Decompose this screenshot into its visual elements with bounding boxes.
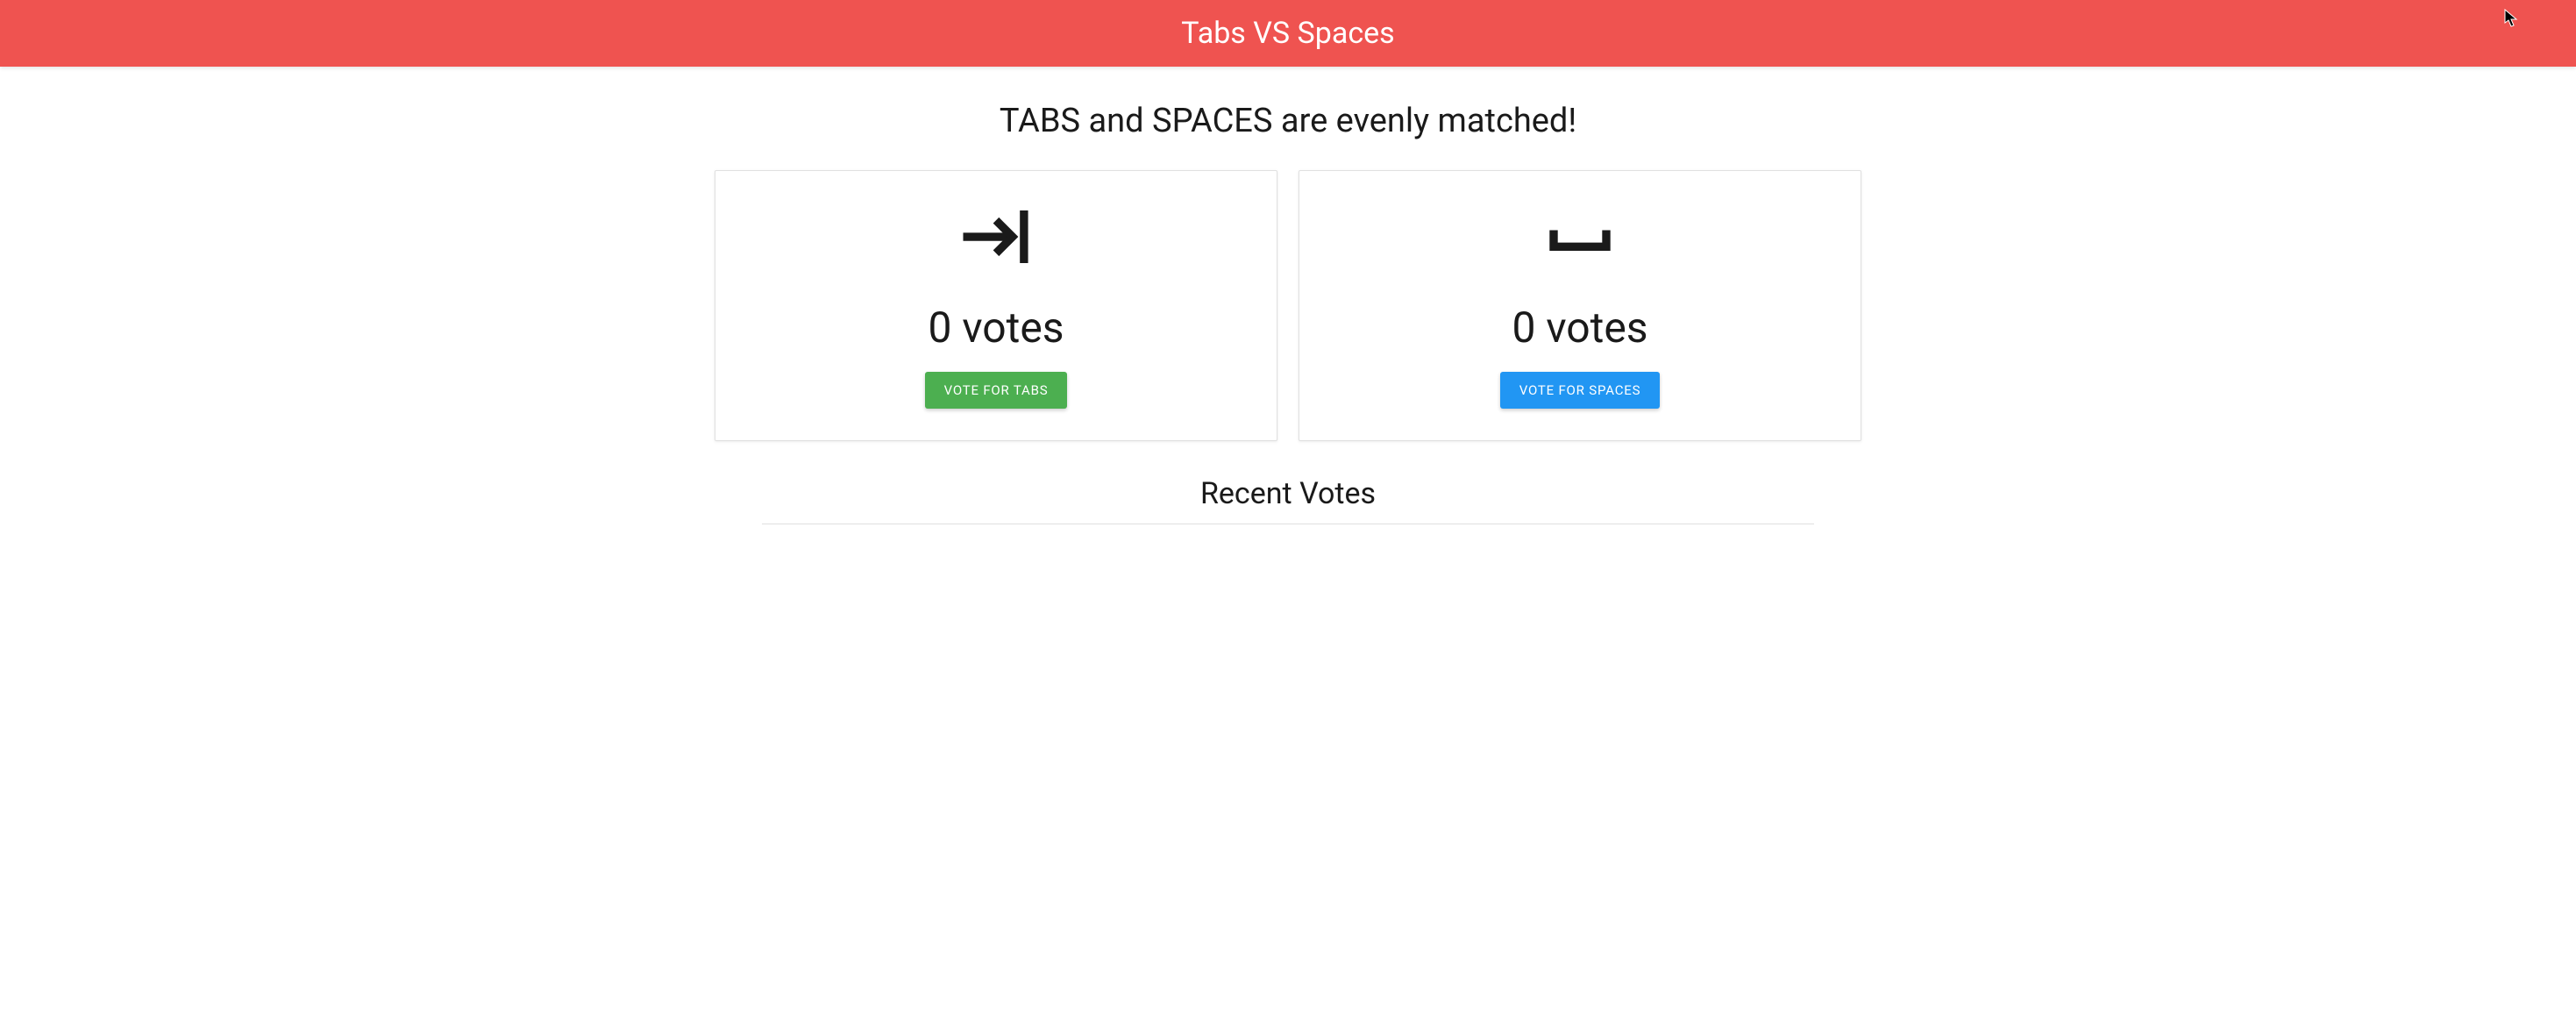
page-header: Tabs VS Spaces [0, 0, 2576, 67]
vote-cards-row: 0 votes VOTE FOR TABS 0 votes VOTE FOR S… [715, 170, 1861, 441]
vote-spaces-button[interactable]: VOTE FOR SPACES [1500, 372, 1661, 409]
tab-icon [957, 197, 1035, 276]
spaces-card: 0 votes VOTE FOR SPACES [1299, 170, 1861, 441]
space-icon [1541, 197, 1619, 276]
status-heading: TABS and SPACES are evenly matched! [715, 102, 1861, 140]
tabs-vote-count: 0 votes [928, 303, 1064, 353]
vote-tabs-button[interactable]: VOTE FOR TABS [925, 372, 1068, 409]
tabs-card: 0 votes VOTE FOR TABS [715, 170, 1277, 441]
recent-votes-heading: Recent Votes [715, 476, 1861, 511]
spaces-vote-count: 0 votes [1512, 303, 1647, 353]
main-container: TABS and SPACES are evenly matched! 0 vo… [701, 102, 1875, 524]
page-title: Tabs VS Spaces [1181, 16, 1394, 51]
